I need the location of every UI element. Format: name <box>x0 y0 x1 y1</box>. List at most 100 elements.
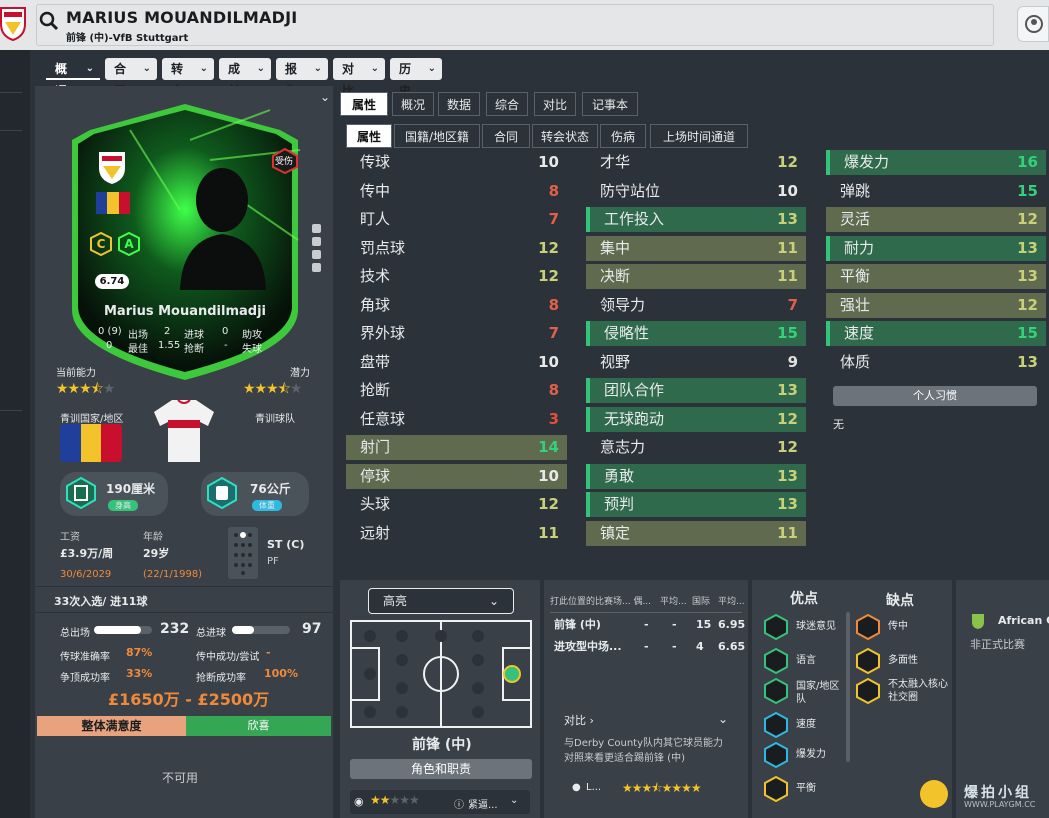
technical-attr-row[interactable]: 远射 11 <box>346 521 567 546</box>
international-caps[interactable]: 33次入选/ 进11球 <box>54 593 147 609</box>
technical-attr-row[interactable]: 盘带 10 <box>346 350 567 375</box>
tab-compare[interactable]: 对比 <box>534 92 576 116</box>
physical-attr-row[interactable]: 体质 13 <box>826 350 1046 375</box>
tab-notebook[interactable]: 记事本 <box>582 92 638 116</box>
attr-name: 射门 <box>360 438 391 456</box>
technical-attr-row[interactable]: 界外球 7 <box>346 321 567 346</box>
mental-attr-row[interactable]: 预判 13 <box>586 492 806 517</box>
technical-attr-row[interactable]: 罚点球 12 <box>346 236 567 261</box>
mental-attr-row[interactable]: 视野 9 <box>586 350 806 375</box>
card-pager[interactable] <box>312 224 321 276</box>
physical-attr-row[interactable]: 平衡 13 <box>826 264 1046 289</box>
role-duty-button[interactable]: 角色和职责 <box>350 759 532 779</box>
attr-name: 耐力 <box>844 238 875 257</box>
attr-name: 才华 <box>600 153 631 171</box>
weaknesses-list: 传中 多面性 不太融入核心社交圈 <box>856 612 948 732</box>
mental-attr-row[interactable]: 意志力 12 <box>586 435 806 460</box>
technical-attr-row[interactable]: 传球 10 <box>346 150 567 175</box>
youth-club-label: 青训球队 <box>255 414 295 425</box>
youth-club-kit-icon[interactable] <box>152 396 216 466</box>
height-value: 190厘米 <box>106 482 156 496</box>
tab-overview[interactable]: 概况 <box>392 92 434 116</box>
table-cell: - <box>672 640 677 653</box>
position-pitch-icon[interactable] <box>228 527 258 579</box>
technical-attr-row[interactable]: 任意球 3 <box>346 407 567 432</box>
satisfaction-label[interactable]: 整体满意度 <box>37 716 186 736</box>
table-header[interactable]: 平均... <box>660 594 687 607</box>
satisfaction-value[interactable]: 欣喜 <box>186 716 331 736</box>
mental-attr-row[interactable]: 团队合作 13 <box>586 378 806 403</box>
subtab-nationality[interactable]: 国籍/地区籍 <box>394 124 480 148</box>
transfer-value[interactable]: £1650万 - £2500万 <box>108 686 269 710</box>
tab-stats[interactable]: 数据 <box>438 92 480 116</box>
mental-attr-row[interactable]: 勇敢 13 <box>586 463 806 489</box>
stat-value: 0 <box>222 326 229 337</box>
profile-icon[interactable] <box>1017 6 1049 42</box>
injury-badge[interactable]: 受伤 <box>272 147 298 175</box>
tab-attributes[interactable]: 属性 <box>340 92 388 116</box>
technical-attr-row[interactable]: 角球 8 <box>346 293 567 318</box>
potential-stars[interactable]: ★★★⯪★ <box>243 378 302 402</box>
mental-attr-row[interactable]: 工作投入 13 <box>586 207 806 232</box>
physical-attr-row[interactable]: 强壮 12 <box>826 292 1046 318</box>
nav-overview[interactable]: 概况⌄ <box>46 58 100 98</box>
subtab-attributes[interactable]: 属性 <box>346 124 392 148</box>
compare-player-row[interactable]: ● L... ★★★⯪★★★★ <box>560 776 728 800</box>
mental-attr-row[interactable]: 集中 11 <box>586 235 806 261</box>
nav-contract[interactable]: 合同⌄ <box>105 58 157 98</box>
club-logo[interactable] <box>0 2 26 42</box>
technical-attr-row[interactable]: 头球 12 <box>346 492 567 517</box>
mental-attr-row[interactable]: 领导力 7 <box>586 293 806 318</box>
attr-value: 11 <box>777 267 798 285</box>
table-header[interactable]: 平均... <box>718 594 745 607</box>
competition-name[interactable]: African C <box>998 614 1049 627</box>
current-ability-stars[interactable]: ★★★⯪★ <box>56 378 115 402</box>
nav-development[interactable]: 成长⌄ <box>219 58 271 98</box>
technical-attr-row[interactable]: 射门 14 <box>346 435 567 460</box>
nav-transfer[interactable]: 转会⌄ <box>162 58 214 98</box>
mental-attr-row[interactable]: 才华 12 <box>586 150 806 175</box>
mental-attr-row[interactable]: 决断 11 <box>586 264 806 289</box>
nav-compare[interactable]: 对比 ⌄ <box>333 58 385 98</box>
rail-divider <box>0 130 22 131</box>
physical-attr-row[interactable]: 弹跳 15 <box>826 179 1046 204</box>
table-row[interactable]: 前锋 (中) - - 15 6.95 <box>554 614 745 636</box>
technical-attr-row[interactable]: 抢断 8 <box>346 378 567 403</box>
chevron-down-icon[interactable]: ⌄ <box>718 712 728 726</box>
divider <box>550 612 742 613</box>
attr-value: 15 <box>1017 181 1038 200</box>
flag-romania-icon[interactable] <box>60 424 122 462</box>
technical-attr-row[interactable]: 盯人 7 <box>346 207 567 232</box>
nav-history[interactable]: 历史 ⌄ <box>390 58 442 98</box>
technical-attr-row[interactable]: 技术 12 <box>346 264 567 289</box>
compare-label[interactable]: 对比 › <box>564 712 594 728</box>
physical-attr-row[interactable]: 速度 15 <box>826 321 1046 346</box>
mental-attr-row[interactable]: 镇定 11 <box>586 520 806 546</box>
role-selector[interactable]: ◉ ★★★★★ ⓘ 紧逼... ⌄ <box>350 790 530 814</box>
scrollbar[interactable] <box>846 612 850 762</box>
weaknesses-heading: 缺点 <box>886 593 914 609</box>
traits-button[interactable]: 个人习惯 <box>833 386 1037 406</box>
subtab-contract[interactable]: 合同 <box>482 124 530 148</box>
table-header[interactable]: 打此位置的比赛场... 偶... <box>550 594 651 607</box>
subtab-injuries[interactable]: 伤病 <box>600 124 646 148</box>
tab-summary[interactable]: 综合 <box>486 92 528 116</box>
physical-attr-row[interactable]: 灵活 12 <box>826 207 1046 232</box>
table-row[interactable]: 进攻型中场... - - 4 6.65 <box>554 636 745 658</box>
highlight-dropdown[interactable]: 高亮 ⌄ <box>368 588 514 614</box>
table-header[interactable]: 国际 <box>692 594 710 607</box>
technical-attr-row[interactable]: 停球 10 <box>346 463 567 489</box>
rail-divider <box>0 92 22 93</box>
technical-attr-row[interactable]: 传中 8 <box>346 179 567 204</box>
wage-value[interactable]: £3.9万/周 <box>60 545 113 561</box>
nav-reports[interactable]: 报告⌄ <box>276 58 328 98</box>
pitch-diagram[interactable] <box>350 620 532 728</box>
mental-attr-row[interactable]: 无球跑动 12 <box>586 406 806 432</box>
physical-attr-row[interactable]: 爆发力 16 <box>826 150 1046 175</box>
subtab-transfer-status[interactable]: 转会状态 <box>532 124 598 148</box>
mental-attr-row[interactable]: 侵略性 15 <box>586 321 806 346</box>
mental-attr-row[interactable]: 防守站位 10 <box>586 179 806 204</box>
subtab-playing-time[interactable]: 上场时间通道 <box>650 124 748 148</box>
physical-attr-row[interactable]: 耐力 13 <box>826 235 1046 261</box>
chevron-down-icon[interactable]: ⌄ <box>320 90 330 104</box>
